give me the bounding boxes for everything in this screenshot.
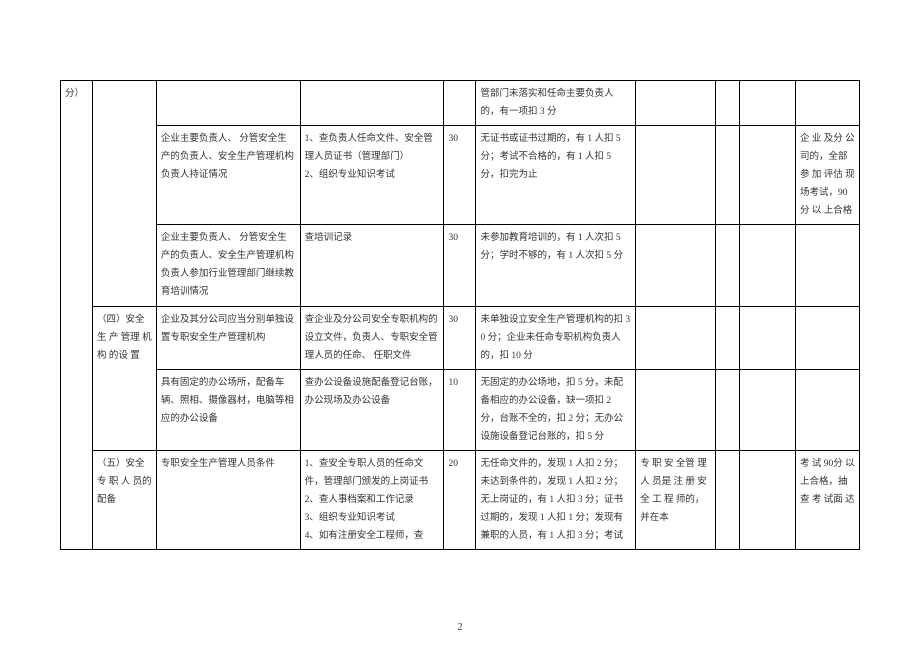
cell-item: 企业及其分公司应当分别单独设置专职安全生产管理机构 bbox=[156, 306, 300, 369]
cell-criteria: 未参加教育培训的，有 1 人次扣 5 分；学时不够的，有 1 人次扣 5 分 bbox=[476, 225, 636, 306]
cell-method: 1、查安全专职人员的任命文件，管理部门颁发的上岗证书 2、查人事档案和工作记录 … bbox=[300, 450, 444, 549]
cell-item: 企业主要负责人、 分管安全生产的负责人、安全生产管理机构负责人参加行业管理部门继… bbox=[156, 225, 300, 306]
cell-score: 30 bbox=[444, 126, 476, 225]
cell-remark bbox=[796, 81, 860, 126]
page-number: 2 bbox=[0, 622, 920, 633]
cell-item: 企业主要负责人、 分管安全生产的负责人、安全生产管理机构负责人持证情况 bbox=[156, 126, 300, 225]
cell-blank2 bbox=[740, 369, 796, 450]
cell-blank2 bbox=[740, 81, 796, 126]
table-row: 分） 管部门未落实和任命主要负责人的，有一项扣 3 分 bbox=[61, 81, 860, 126]
cell-criteria: 管部门未落实和任命主要负责人的，有一项扣 3 分 bbox=[476, 81, 636, 126]
cell-score: 30 bbox=[444, 306, 476, 369]
cell-subcategory: （四）安全 生 产 管理 机 构 的设 置 bbox=[92, 306, 156, 450]
cell-method: 查培训记录 bbox=[300, 225, 444, 306]
cell-score: 30 bbox=[444, 225, 476, 306]
cell-blank1 bbox=[716, 81, 740, 126]
cell-blank2 bbox=[740, 126, 796, 225]
cell-remark bbox=[796, 369, 860, 450]
cell-category: 分） bbox=[61, 81, 93, 550]
table-row: 企业主要负责人、 分管安全生产的负责人、安全生产管理机构负责人参加行业管理部门继… bbox=[61, 225, 860, 306]
cell-blank1 bbox=[716, 225, 740, 306]
cell-note1 bbox=[636, 306, 716, 369]
cell-note1: 专 职 安 全管 理 人 员是 注 册 安全 工 程 师的，并在本 bbox=[636, 450, 716, 549]
table-row: （四）安全 生 产 管理 机 构 的设 置 企业及其分公司应当分别单独设置专职安… bbox=[61, 306, 860, 369]
cell-blank1 bbox=[716, 306, 740, 369]
cell-blank2 bbox=[740, 450, 796, 549]
cell-remark bbox=[796, 225, 860, 306]
cell-subcategory: （五）安全专 职 人 员的配备 bbox=[92, 450, 156, 549]
cell-remark: 考 试 90分 以 上合格，抽查 考 试面 达 bbox=[796, 450, 860, 549]
cell-score bbox=[444, 81, 476, 126]
cell-blank2 bbox=[740, 225, 796, 306]
cell-note1 bbox=[636, 126, 716, 225]
assessment-table: 分） 管部门未落实和任命主要负责人的，有一项扣 3 分 企业主要负责人、 分管安… bbox=[60, 80, 860, 550]
cell-blank1 bbox=[716, 369, 740, 450]
cell-subcategory bbox=[92, 81, 156, 307]
cell-blank1 bbox=[716, 126, 740, 225]
cell-remark: 企 业 及分 公 司的，全部参 加 评估 现 场考试，90分 以 上合格 bbox=[796, 126, 860, 225]
cell-blank2 bbox=[740, 306, 796, 369]
cell-item bbox=[156, 81, 300, 126]
cell-method: 查办公设备设施配备登记台账，办公现场及办公设备 bbox=[300, 369, 444, 450]
cell-method bbox=[300, 81, 444, 126]
cell-method: 查企业及分公司安全专职机构的设立文件，负责人、专职安全管理人员的任命、 任职文件 bbox=[300, 306, 444, 369]
cell-note1 bbox=[636, 369, 716, 450]
cell-criteria: 无任命文件的，发现 1 人扣 2 分；未达到条件的，发现 1 人扣 2 分；无上… bbox=[476, 450, 636, 549]
cell-note1 bbox=[636, 81, 716, 126]
cell-item: 专职安全生产管理人员条件 bbox=[156, 450, 300, 549]
cell-note1 bbox=[636, 225, 716, 306]
cell-criteria: 无固定的办公场地，扣 5 分，未配备相应的办公设备，缺一项扣 2 分，台账不全的… bbox=[476, 369, 636, 450]
cell-method: 1、查负责人任命文件、安全管理人员证书（管理部门） 2、组织专业知识考试 bbox=[300, 126, 444, 225]
table-row: 具有固定的办公场所，配备车辆、照相、摄像器材，电脑等相应的办公设备 查办公设备设… bbox=[61, 369, 860, 450]
cell-item: 具有固定的办公场所，配备车辆、照相、摄像器材，电脑等相应的办公设备 bbox=[156, 369, 300, 450]
cell-criteria: 未单独设立安全生产管理机构的扣 30 分；企业未任命专职机构负责人的，扣 10 … bbox=[476, 306, 636, 369]
cell-remark bbox=[796, 306, 860, 369]
cell-score: 20 bbox=[444, 450, 476, 549]
table-row: （五）安全专 职 人 员的配备 专职安全生产管理人员条件 1、查安全专职人员的任… bbox=[61, 450, 860, 549]
table-row: 企业主要负责人、 分管安全生产的负责人、安全生产管理机构负责人持证情况 1、查负… bbox=[61, 126, 860, 225]
cell-score: 10 bbox=[444, 369, 476, 450]
cell-criteria: 无证书或证书过期的，有 1 人扣 5 分；考试不合格的，有 1 人扣 5 分，扣… bbox=[476, 126, 636, 225]
cell-blank1 bbox=[716, 450, 740, 549]
